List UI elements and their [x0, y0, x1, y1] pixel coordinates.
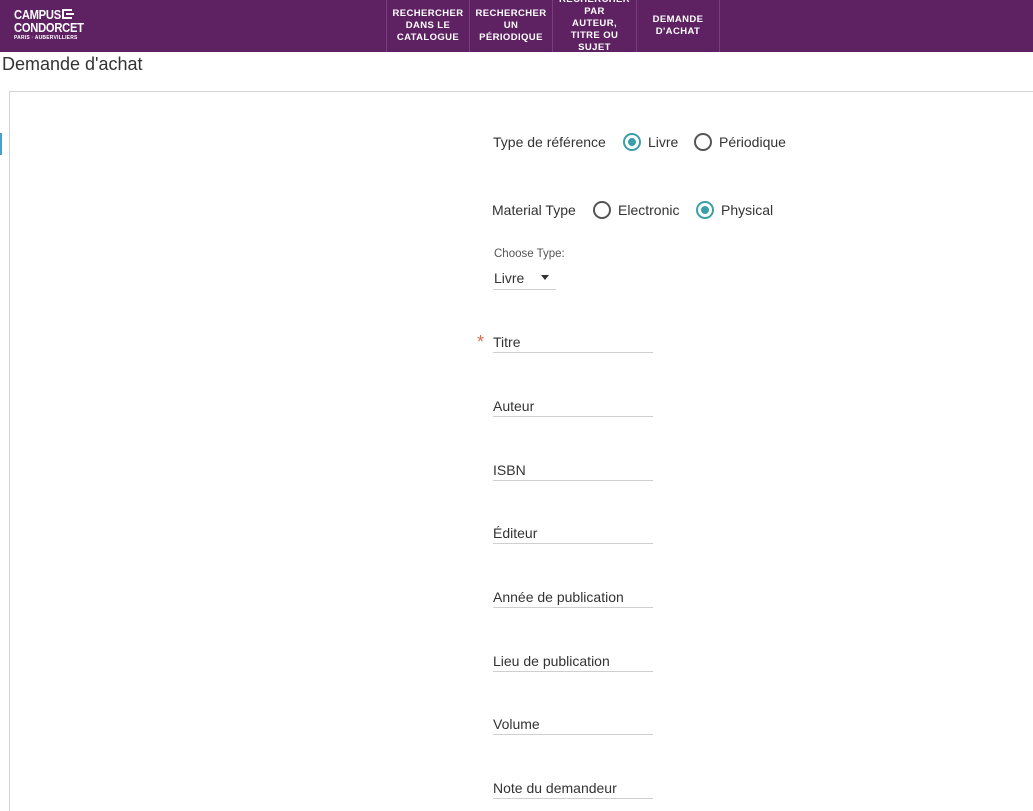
nav-purchase-request[interactable]: DEMANDE D'ACHAT [636, 0, 720, 52]
nav-item-label: RECHERCHER UN PÉRIODIQUE [475, 8, 547, 43]
radio-physical-label: Physical [721, 202, 774, 218]
required-asterisk: * [477, 332, 485, 352]
nav-search-catalogue[interactable]: RECHERCHER DANS LE CATALOGUE [386, 0, 469, 52]
radio-livre-label: Livre [648, 134, 679, 150]
radio-unchecked-icon [694, 133, 712, 151]
request-form-panel [9, 91, 1033, 811]
radio-electronic[interactable]: Electronic [593, 201, 679, 219]
nav-search-author-title-subject[interactable]: RECHERCHER PAR AUTEUR, TITRE OU SUJET [552, 0, 636, 52]
titre-input[interactable] [493, 331, 653, 352]
radio-periodique-label: Périodique [719, 134, 786, 150]
campus-condorcet-logo[interactable]: CAMPUS CONDORCET PARIS · AUBERVILLIERS [14, 8, 95, 41]
note-demandeur-field [493, 777, 653, 799]
top-navigation-bar: CAMPUS CONDORCET PARIS · AUBERVILLIERS R… [0, 0, 1033, 52]
radio-electronic-label: Electronic [618, 202, 680, 218]
editeur-input[interactable] [493, 522, 653, 543]
lieu-publication-input[interactable] [493, 650, 653, 671]
radio-checked-icon [696, 201, 714, 219]
volume-field [493, 713, 653, 735]
titre-field [493, 331, 653, 353]
volume-input[interactable] [493, 713, 653, 734]
radio-physical[interactable]: Physical [696, 201, 773, 219]
logo-line-2: CONDORCET [14, 20, 84, 35]
auteur-input[interactable] [493, 395, 653, 416]
choose-type-label: Choose Type: [494, 248, 565, 260]
annee-publication-input[interactable] [493, 586, 653, 607]
annee-publication-field [493, 586, 653, 608]
page-title: Demande d'achat [2, 54, 143, 74]
isbn-input[interactable] [493, 459, 653, 480]
editeur-field [493, 522, 653, 544]
note-demandeur-input[interactable] [493, 777, 653, 798]
nav-item-label: RECHERCHER PAR AUTEUR, TITRE OU SUJET [559, 0, 630, 52]
auteur-field [493, 395, 653, 417]
logo-line-3: PARIS · AUBERVILLIERS [14, 35, 78, 41]
lieu-publication-field [493, 650, 653, 672]
radio-livre[interactable]: Livre [623, 133, 678, 151]
reference-type-label: Type de référence [493, 134, 606, 150]
radio-unchecked-icon [593, 201, 611, 219]
isbn-field [493, 459, 653, 481]
radio-checked-icon [623, 133, 641, 151]
choose-type-value: Livre [494, 270, 525, 286]
radio-periodique[interactable]: Périodique [694, 133, 786, 151]
caret-down-icon [541, 275, 549, 280]
side-accent-mark [0, 133, 2, 155]
nav-item-label: DEMANDE D'ACHAT [652, 14, 704, 37]
nav-item-label: RECHERCHER DANS LE CATALOGUE [392, 8, 464, 43]
material-type-label: Material Type [492, 202, 576, 218]
logo-mark-icon [62, 9, 74, 19]
nav-search-periodical[interactable]: RECHERCHER UN PÉRIODIQUE [469, 0, 552, 52]
main-nav: RECHERCHER DANS LE CATALOGUE RECHERCHER … [386, 0, 720, 52]
choose-type-select[interactable]: Livre [493, 268, 556, 290]
